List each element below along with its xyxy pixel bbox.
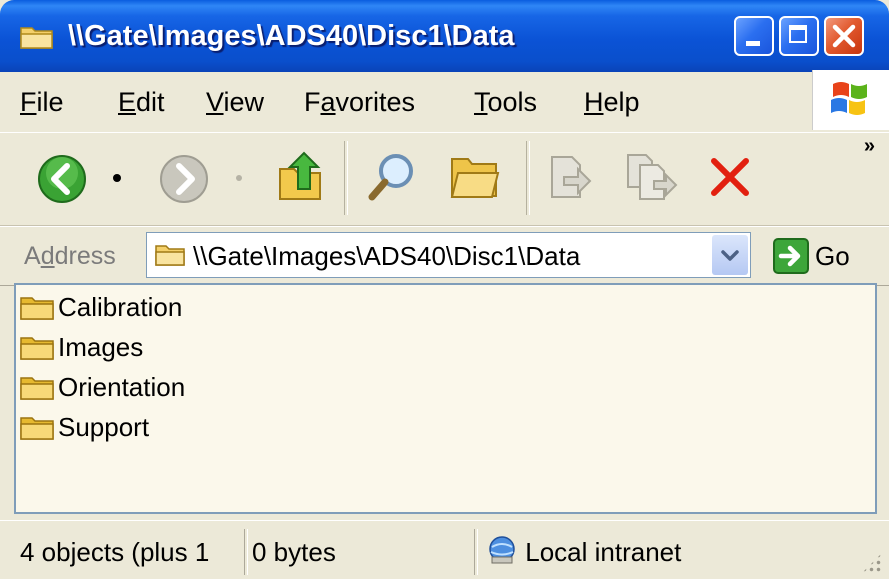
folder-name: Orientation: [58, 372, 186, 402]
address-value: \\Gate\Images\ADS40\Disc1\Data: [193, 241, 581, 271]
back-button[interactable]: [36, 153, 88, 210]
go-arrow-icon: [773, 238, 809, 274]
menu-bar: File Edit View Favorites Tools Help: [0, 72, 889, 133]
address-dropdown-button[interactable]: [712, 235, 748, 275]
menu-edit[interactable]: Edit: [118, 82, 165, 122]
explorer-window: \\Gate\Images\ADS40\Disc1\Data File Edit…: [0, 0, 889, 579]
copy-to-icon: [627, 154, 678, 200]
toolbar-separator: [526, 141, 530, 215]
status-divider: [244, 529, 248, 575]
minimize-button[interactable]: [734, 16, 774, 56]
up-folder-icon: [279, 151, 321, 200]
search-button[interactable]: [364, 149, 420, 210]
folder-name: Calibration: [58, 292, 183, 322]
copy-to-button[interactable]: [624, 151, 680, 208]
close-icon: [832, 24, 856, 48]
folders-icon: [450, 158, 500, 198]
forward-button[interactable]: [158, 153, 210, 210]
menu-view[interactable]: View: [206, 82, 264, 122]
windows-logo: [812, 70, 889, 130]
menu-favorites[interactable]: Favorites: [304, 82, 415, 122]
up-button[interactable]: [276, 149, 326, 210]
folder-icon: [20, 24, 54, 50]
search-icon: [368, 154, 413, 201]
address-field[interactable]: \\Gate\Images\ADS40\Disc1\Data: [146, 232, 751, 278]
move-to-button[interactable]: [546, 151, 592, 208]
delete-button[interactable]: [708, 155, 752, 204]
dropdown-arrow-icon: [236, 175, 242, 181]
local-intranet-icon: [489, 536, 515, 564]
folder-icon: [20, 295, 54, 326]
toolbar-separator: [344, 141, 348, 215]
folder-name: Support: [58, 412, 150, 442]
status-zone: Local intranet: [486, 529, 846, 575]
forward-dropdown[interactable]: [232, 171, 246, 190]
delete-icon: [711, 158, 749, 196]
status-object-count: 4 objects (plus 1: [20, 537, 210, 567]
window-title: \\Gate\Images\ADS40\Disc1\Data: [68, 20, 515, 52]
address-label: Address: [24, 242, 116, 270]
resize-grip[interactable]: [861, 552, 883, 574]
toolbar-overflow-chevron[interactable]: »: [864, 135, 875, 158]
go-label: Go: [815, 241, 850, 271]
zone-label: Local intranet: [525, 537, 682, 567]
back-icon: [38, 155, 86, 203]
folder-icon: [20, 415, 54, 446]
title-bar[interactable]: \\Gate\Images\ADS40\Disc1\Data: [0, 0, 889, 72]
chevron-down-icon: [721, 250, 739, 261]
menu-file[interactable]: File: [20, 82, 64, 122]
maximize-button[interactable]: [779, 16, 819, 56]
dropdown-arrow-icon: [113, 174, 121, 182]
folder-icon: [20, 335, 54, 366]
close-button[interactable]: [824, 16, 864, 56]
windows-flag-icon: [831, 82, 867, 115]
menu-tools[interactable]: Tools: [474, 82, 537, 122]
folder-icon: [20, 375, 54, 406]
address-bar: Address \\Gate\Images\ADS40\Disc1\Data G…: [0, 226, 889, 286]
status-bar: 4 objects (plus 1 0 bytes Local intranet: [0, 520, 889, 579]
folders-button[interactable]: [448, 151, 502, 208]
go-button[interactable]: Go: [773, 236, 873, 276]
move-to-icon: [551, 156, 592, 198]
back-dropdown[interactable]: [110, 171, 124, 190]
file-list[interactable]: Calibration Images Orientation Support: [14, 283, 877, 514]
forward-icon: [160, 155, 208, 203]
status-divider: [474, 529, 478, 575]
standard-toolbar: »: [0, 133, 889, 226]
folder-icon: [155, 243, 185, 272]
status-size: 0 bytes: [252, 537, 336, 567]
folder-name: Images: [58, 332, 144, 362]
menu-help[interactable]: Help: [584, 82, 640, 122]
